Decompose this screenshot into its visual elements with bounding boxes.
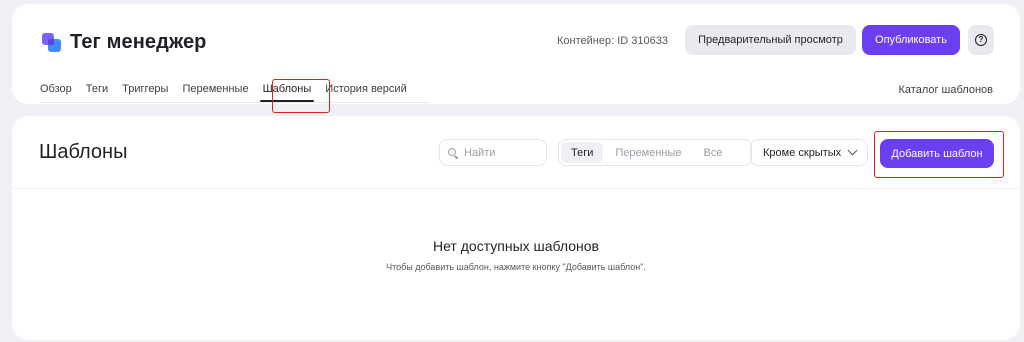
page-title: Шаблоны: [39, 141, 128, 163]
segment-variables[interactable]: Переменные: [605, 142, 691, 163]
app-title: Тег менеджер: [70, 31, 207, 53]
visibility-filter-select[interactable]: Кроме скрытых: [750, 139, 868, 166]
tag-manager-logo-icon: [42, 32, 62, 53]
tab-overview[interactable]: Обзор: [40, 83, 79, 103]
templates-panel: Шаблоны Теги Переменные Все Кроме скрыты…: [12, 116, 1020, 340]
tabs-divider: [40, 102, 430, 103]
header-card: Тег менеджер Контейнер: ID 310633 Предва…: [12, 4, 1020, 113]
empty-state-title: Нет доступных шаблонов: [433, 238, 599, 254]
add-template-highlight: [874, 131, 1004, 178]
empty-state-hint: Чтобы добавить шаблон, нажмите кнопку "Д…: [386, 262, 646, 272]
tab-templates-highlight: [272, 79, 330, 113]
preview-button[interactable]: Предварительный просмотр: [685, 25, 856, 55]
publish-button[interactable]: Опубликовать: [862, 25, 960, 55]
nav-tabs: Обзор Теги Триггеры Переменные Шаблоны И…: [40, 83, 414, 103]
search-input[interactable]: [464, 146, 544, 159]
search-box[interactable]: [439, 139, 547, 166]
tab-tags[interactable]: Теги: [79, 83, 115, 103]
help-button[interactable]: ?: [968, 25, 994, 55]
search-icon: [448, 147, 459, 159]
segment-tags[interactable]: Теги: [561, 142, 604, 163]
segment-all[interactable]: Все: [694, 142, 733, 163]
type-segmented-control: Теги Переменные Все: [558, 139, 752, 166]
visibility-filter-value: Кроме скрытых: [763, 146, 842, 159]
tab-triggers[interactable]: Триггеры: [115, 83, 175, 103]
tab-version-history[interactable]: История версий: [318, 83, 413, 103]
chevron-down-icon: [847, 145, 858, 156]
template-catalog-link[interactable]: Каталог шаблонов: [899, 84, 994, 96]
panel-divider: [12, 188, 1020, 189]
help-circle-icon: ?: [975, 34, 987, 46]
container-id-label: Контейнер: ID 310633: [557, 35, 668, 47]
app-logo[interactable]: Тег менеджер: [42, 31, 207, 54]
tab-variables[interactable]: Переменные: [175, 83, 255, 103]
